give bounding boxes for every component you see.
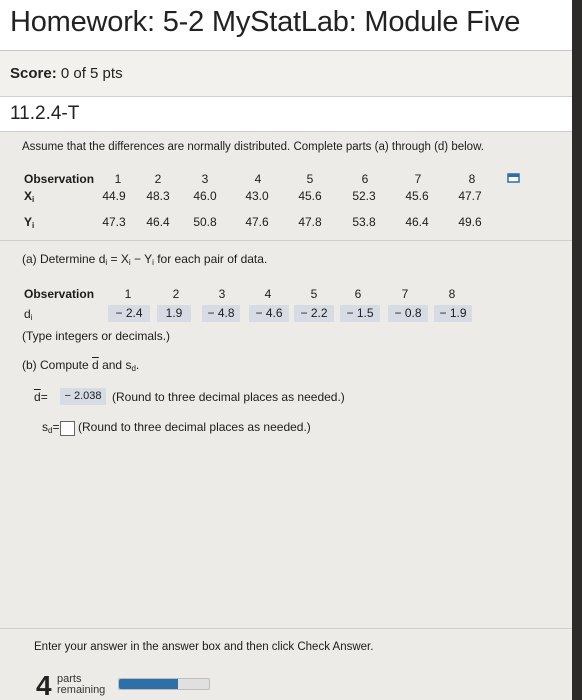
x-value: 48.3 xyxy=(146,189,170,203)
dbar-round-note: (Round to three decimal places as needed… xyxy=(112,390,345,404)
y-value: 46.4 xyxy=(146,215,170,229)
footer-instruction: Enter your answer in the answer box and … xyxy=(34,641,374,653)
table-header-6: 6 xyxy=(361,172,369,186)
d-answer-box[interactable]: 1.9 xyxy=(157,305,191,322)
part-a-prefix: (a) Determine d xyxy=(22,252,106,266)
dbar-answer-box[interactable]: − 2.038 xyxy=(60,388,106,405)
part-b-prompt: (b) Compute d and sd. xyxy=(22,358,140,373)
y-value: 50.8 xyxy=(193,215,217,229)
dbar-symbol: d xyxy=(34,390,41,404)
d-answer-box[interactable]: − 1.5 xyxy=(340,305,380,322)
y-value: 53.8 xyxy=(352,215,376,229)
d-answer-box[interactable]: − 4.8 xyxy=(202,305,240,322)
y-label: Y xyxy=(24,215,33,229)
table-header-3: 3 xyxy=(201,172,209,186)
parts-progress-bar xyxy=(118,678,210,690)
remaining-label: remaining xyxy=(57,684,106,696)
question-id: 11.2.4-T xyxy=(10,103,80,124)
dbar-equals: = xyxy=(40,390,48,404)
y-value: 46.4 xyxy=(405,215,429,229)
score-value: 0 of 5 pts xyxy=(60,65,123,82)
dbar-line: d= xyxy=(34,390,48,404)
y-subscript: i xyxy=(32,221,35,230)
x-value: 44.9 xyxy=(102,189,126,203)
score-bar: Score: 0 of 5 pts xyxy=(0,52,572,97)
table-header-8: 8 xyxy=(468,172,476,186)
page-title: Homework: 5-2 MyStatLab: Module Five xyxy=(10,6,521,38)
question-body: Assume that the differences are normally… xyxy=(0,132,572,700)
d-label: d xyxy=(24,307,31,321)
part-a-mid2: − Y xyxy=(130,252,153,266)
observation-number: 6 xyxy=(354,287,362,301)
score-label: Score: xyxy=(10,65,57,82)
table-header-5: 5 xyxy=(306,172,314,186)
s-subscript: d xyxy=(131,364,136,373)
d-answer-box[interactable]: − 2.2 xyxy=(294,305,334,322)
sd-round-note: (Round to three decimal places as needed… xyxy=(78,420,311,434)
observation-number: 2 xyxy=(172,287,180,301)
observation-number: 5 xyxy=(310,287,318,301)
x-value: 47.7 xyxy=(458,189,482,203)
question-id-bar: 11.2.4-T xyxy=(0,97,572,132)
sd-line: sd= xyxy=(42,420,59,435)
x-value: 45.6 xyxy=(405,189,429,203)
x-label: X xyxy=(24,189,33,203)
part-a-suffix: for each pair of data. xyxy=(153,252,268,266)
d-subscript: i xyxy=(30,313,33,322)
part-a-prompt: (a) Determine di = Xi − Yi for each pair… xyxy=(22,252,267,267)
x-value: 52.3 xyxy=(352,189,376,203)
table-header-observation: Observation xyxy=(24,172,95,186)
x-value: 45.6 xyxy=(298,189,322,203)
observation-number: 4 xyxy=(264,287,272,301)
y-value: 47.3 xyxy=(102,215,126,229)
divider xyxy=(0,240,572,241)
d-answer-box[interactable]: − 1.9 xyxy=(434,305,472,322)
part-a-mid: = X xyxy=(107,252,129,266)
y-value: 47.8 xyxy=(298,215,322,229)
sd-input-box[interactable] xyxy=(60,421,75,436)
score-text: Score: 0 of 5 pts xyxy=(10,65,123,82)
parts-remaining-count: 4 xyxy=(36,670,52,700)
footer-divider xyxy=(0,628,572,629)
d-answer-box[interactable]: − 0.8 xyxy=(388,305,428,322)
copy-table-icon[interactable] xyxy=(507,173,521,183)
part-a-observation-label: Observation xyxy=(24,287,95,301)
x-value: 46.0 xyxy=(193,189,217,203)
table-header-4: 4 xyxy=(254,172,262,186)
row-label-y: Yi xyxy=(24,215,34,230)
parts-progress-fill xyxy=(119,679,178,689)
observation-number: 8 xyxy=(448,287,456,301)
x-value: 43.0 xyxy=(245,189,269,203)
d-answer-box[interactable]: − 4.6 xyxy=(249,305,289,322)
row-label-x: Xi xyxy=(24,189,34,204)
homework-page: Homework: 5-2 MyStatLab: Module Five Sco… xyxy=(0,0,572,700)
y-value: 49.6 xyxy=(458,215,482,229)
part-b-prefix: (b) Compute xyxy=(22,358,89,372)
x-subscript: i xyxy=(32,195,35,204)
d-answer-box[interactable]: − 2.4 xyxy=(108,305,150,322)
observation-number: 1 xyxy=(124,287,132,301)
title-bar: Homework: 5-2 MyStatLab: Module Five xyxy=(0,0,572,51)
part-b-and: and xyxy=(102,358,123,372)
table-header-2: 2 xyxy=(154,172,162,186)
y-value: 47.6 xyxy=(245,215,269,229)
table-header-7: 7 xyxy=(414,172,422,186)
instructions-text: Assume that the differences are normally… xyxy=(22,141,484,153)
dbar-symbol: d xyxy=(92,358,99,372)
observation-number: 3 xyxy=(218,287,226,301)
table-header-1: 1 xyxy=(114,172,122,186)
d-row-label: di xyxy=(24,307,32,322)
sd-equals: = xyxy=(52,420,60,434)
type-note: (Type integers or decimals.) xyxy=(22,329,171,343)
observation-number: 7 xyxy=(401,287,409,301)
